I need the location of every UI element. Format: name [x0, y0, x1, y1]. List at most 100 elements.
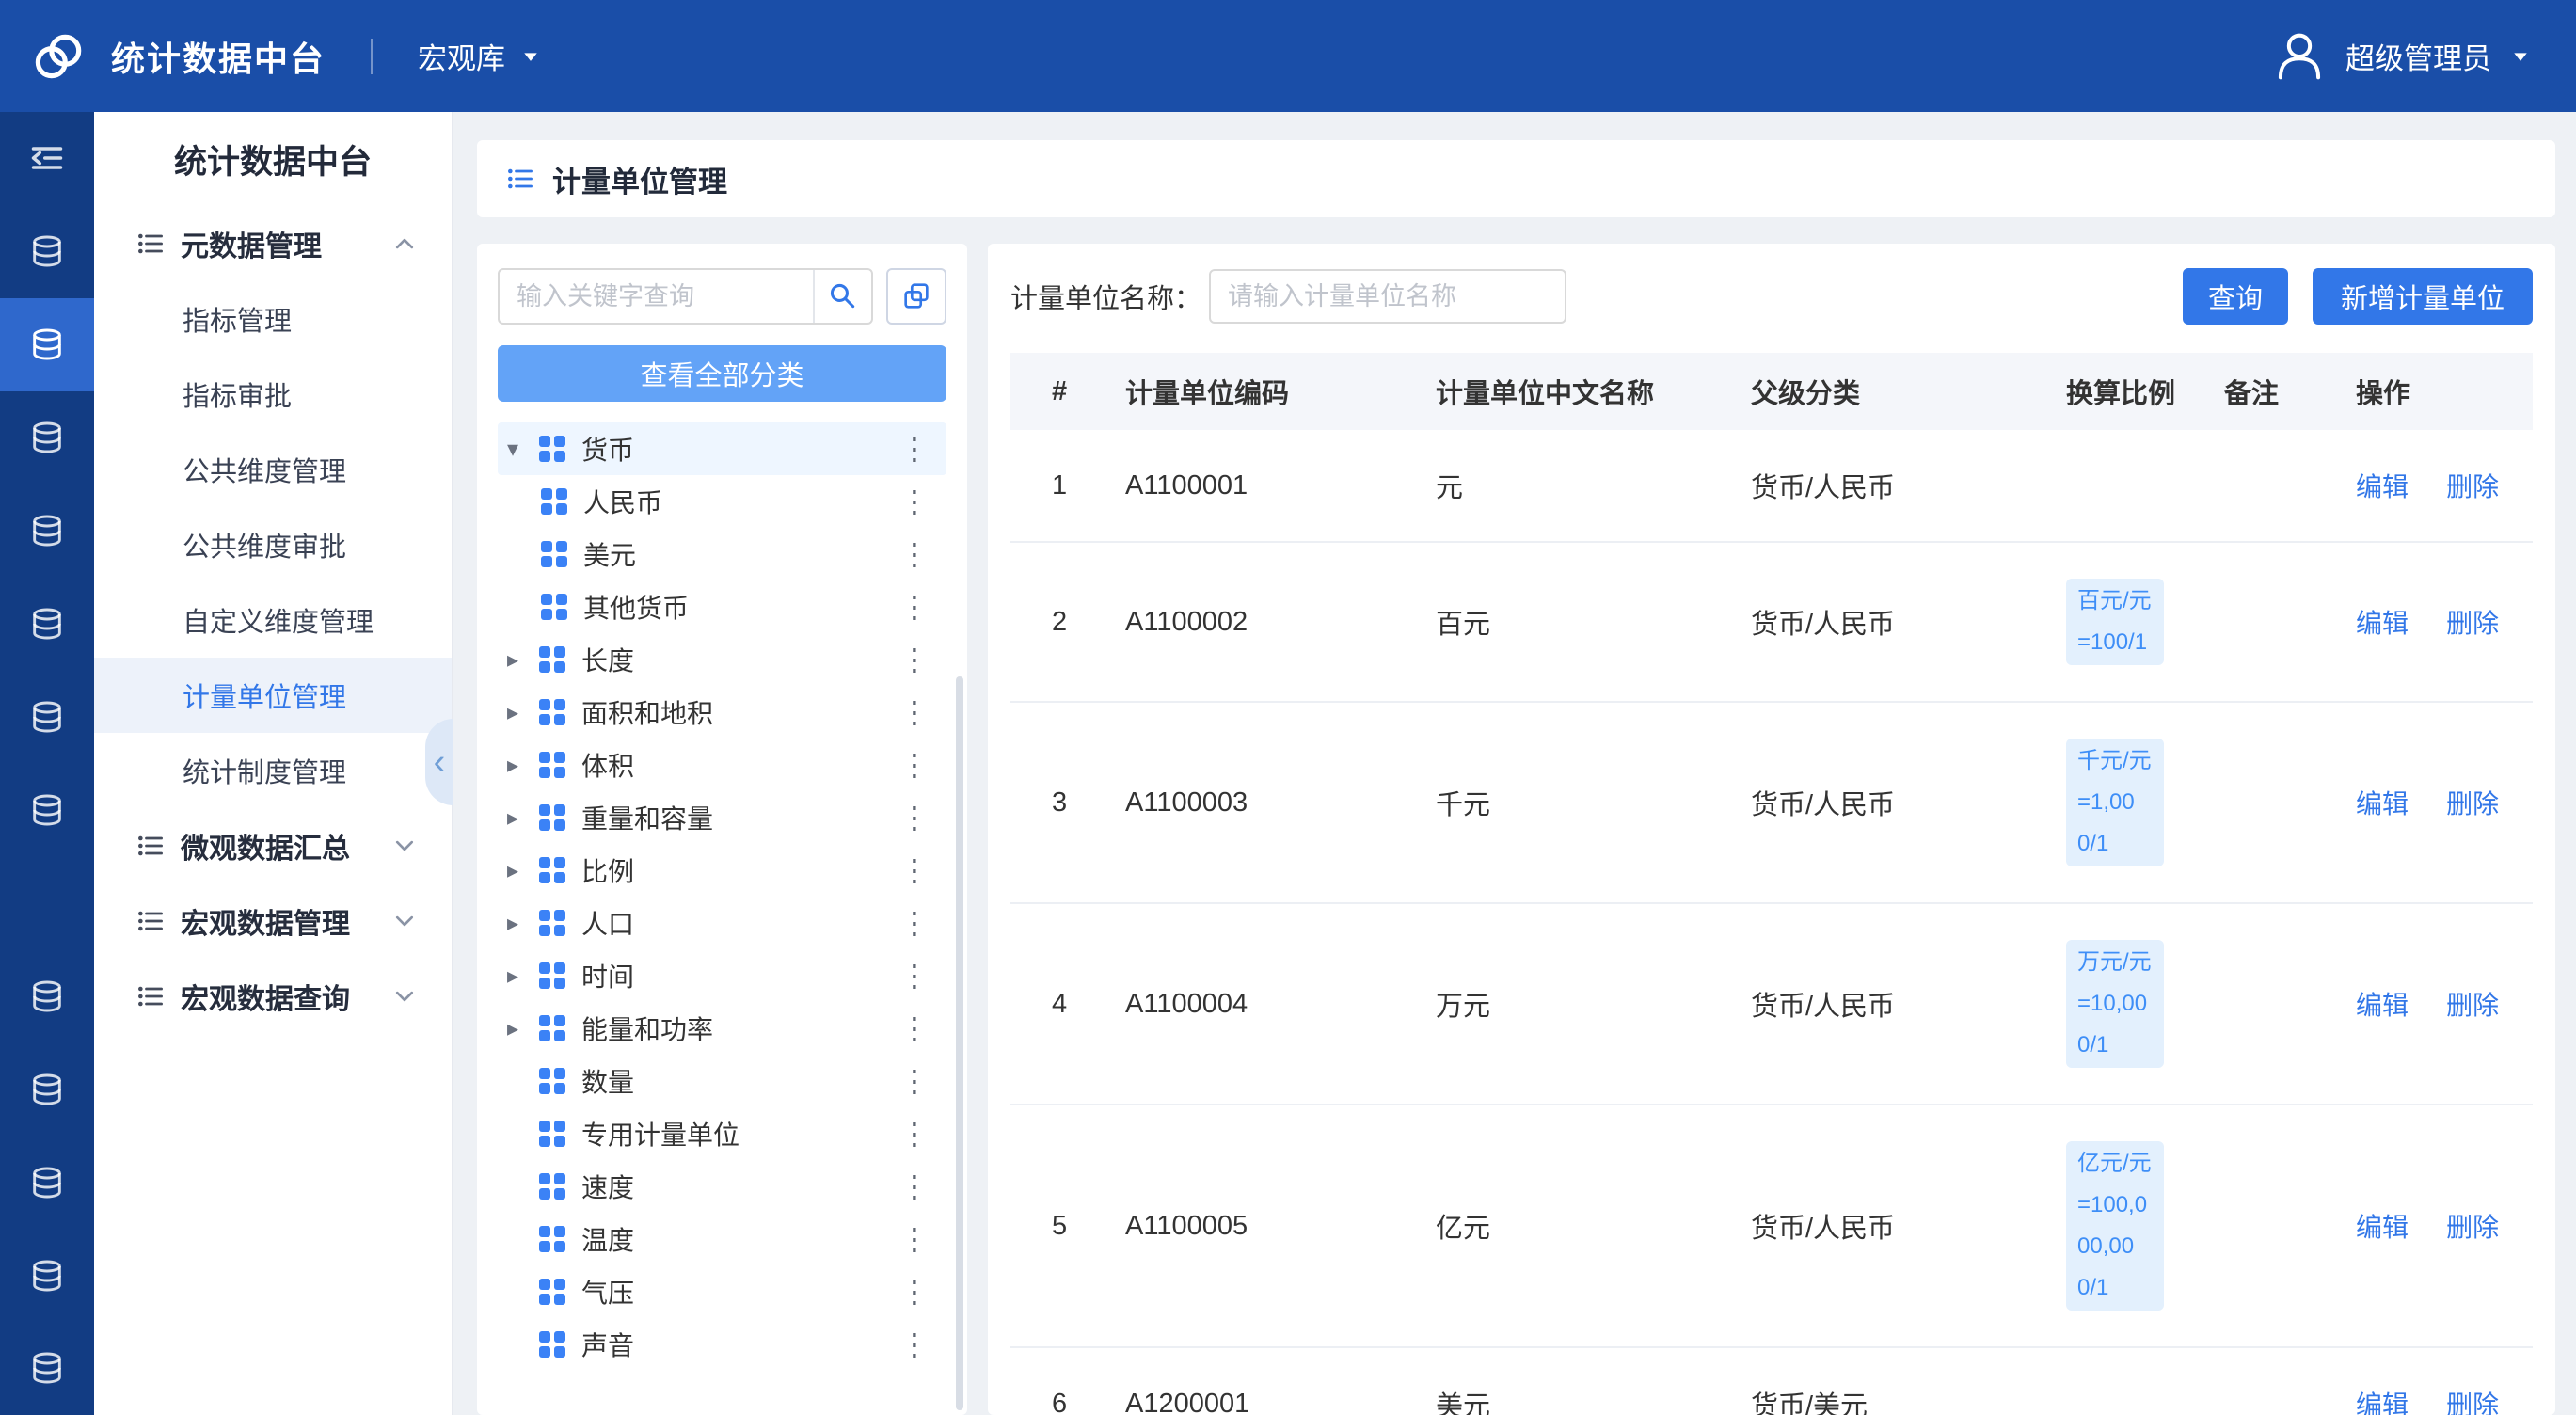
more-actions-icon[interactable]: ⋮ — [894, 750, 935, 780]
sidebar-item-public-dimension-approval[interactable]: 公共维度审批 — [94, 507, 452, 582]
sidebar-group-micro-data[interactable]: 微观数据汇总 — [94, 808, 452, 883]
header-divider — [371, 39, 373, 74]
tree-item-ratio[interactable]: ▸ 比例 ⋮ — [498, 844, 946, 897]
caret-down-icon[interactable]: ▾ — [507, 436, 539, 463]
user-menu[interactable]: 超级管理员 — [2272, 29, 2531, 84]
sidebar-group-macro-data-query[interactable]: 宏观数据查询 — [94, 959, 452, 1034]
sidebar-item-custom-dimension-mgmt[interactable]: 自定义维度管理 — [94, 582, 452, 658]
more-actions-icon[interactable]: ⋮ — [894, 1329, 935, 1359]
cell-ratio — [2042, 1347, 2200, 1415]
duplicate-category-button[interactable] — [886, 268, 946, 325]
sidebar-item-label: 计量单位管理 — [183, 676, 346, 715]
caret-right-icon[interactable]: ▸ — [507, 910, 539, 937]
rail-database-icon-active[interactable] — [0, 298, 94, 391]
more-actions-icon[interactable]: ⋮ — [894, 1013, 935, 1043]
rail-database-icon[interactable] — [0, 1136, 94, 1229]
view-all-categories-button[interactable]: 查看全部分类 — [498, 345, 946, 402]
tree-item-usd[interactable]: 美元 ⋮ — [498, 528, 946, 580]
caret-right-icon[interactable]: ▸ — [507, 804, 539, 832]
units-table: # 计量单位编码 计量单位中文名称 父级分类 换算比例 备注 操作 1 A110 — [1010, 353, 2533, 1415]
delete-link[interactable]: 删除 — [2446, 789, 2499, 819]
more-actions-icon[interactable]: ⋮ — [894, 908, 935, 938]
caret-right-icon[interactable]: ▸ — [507, 699, 539, 726]
tree-item-rmb[interactable]: 人民币 ⋮ — [498, 475, 946, 528]
tree-item-temperature[interactable]: 温度 ⋮ — [498, 1213, 946, 1265]
tree-item-volume[interactable]: ▸ 体积 ⋮ — [498, 739, 946, 791]
rail-database-icon[interactable] — [0, 949, 94, 1042]
edit-link[interactable]: 编辑 — [2356, 472, 2409, 501]
library-selector[interactable]: 宏观库 — [418, 35, 541, 77]
tree-item-length[interactable]: ▸ 长度 ⋮ — [498, 633, 946, 686]
sidebar-collapse-handle[interactable]: ‹ — [425, 719, 453, 805]
tree-item-speed[interactable]: 速度 ⋮ — [498, 1160, 946, 1213]
menu-fold-icon[interactable] — [0, 112, 94, 205]
edit-link[interactable]: 编辑 — [2356, 609, 2409, 638]
caret-right-icon[interactable]: ▸ — [507, 962, 539, 990]
sidebar-item-statistical-system-mgmt[interactable]: 统计制度管理 — [94, 733, 452, 808]
rail-database-icon[interactable] — [0, 205, 94, 298]
tree-scrollbar[interactable] — [956, 676, 963, 1410]
more-actions-icon[interactable]: ⋮ — [894, 1171, 935, 1201]
tree-item-other-currency[interactable]: 其他货币 ⋮ — [498, 580, 946, 633]
more-actions-icon[interactable]: ⋮ — [894, 434, 935, 464]
tree-item-special-units[interactable]: 专用计量单位 ⋮ — [498, 1107, 946, 1160]
more-actions-icon[interactable]: ⋮ — [894, 1277, 935, 1307]
keyword-search-input[interactable] — [500, 270, 813, 323]
caret-right-icon[interactable]: ▸ — [507, 646, 539, 674]
cell-remark — [2200, 1105, 2331, 1347]
query-button[interactable]: 查询 — [2183, 268, 2288, 325]
rail-database-icon[interactable] — [0, 763, 94, 856]
tree-item-weight[interactable]: ▸ 重量和容量 ⋮ — [498, 791, 946, 844]
delete-link[interactable]: 删除 — [2446, 472, 2499, 501]
rail-database-icon[interactable] — [0, 485, 94, 578]
tree-item-currency[interactable]: ▾ 货币 ⋮ — [498, 422, 946, 475]
delete-link[interactable]: 删除 — [2446, 609, 2499, 638]
more-actions-icon[interactable]: ⋮ — [894, 803, 935, 833]
delete-link[interactable]: 删除 — [2446, 1213, 2499, 1242]
sidebar-item-indicator-mgmt[interactable]: 指标管理 — [94, 281, 452, 357]
rail-database-icon[interactable] — [0, 578, 94, 671]
more-actions-icon[interactable]: ⋮ — [894, 697, 935, 727]
tree-item-area[interactable]: ▸ 面积和地积 ⋮ — [498, 686, 946, 739]
add-unit-button[interactable]: 新增计量单位 — [2313, 268, 2533, 325]
rail-database-icon[interactable] — [0, 671, 94, 764]
caret-right-icon[interactable]: ▸ — [507, 752, 539, 779]
category-grid-icon — [541, 594, 568, 621]
tree-item-pressure[interactable]: 气压 ⋮ — [498, 1265, 946, 1318]
sidebar-group-macro-data-mgmt[interactable]: 宏观数据管理 — [94, 883, 452, 959]
more-actions-icon[interactable]: ⋮ — [894, 486, 935, 517]
delete-link[interactable]: 删除 — [2446, 1391, 2499, 1415]
more-actions-icon[interactable]: ⋮ — [894, 1066, 935, 1096]
more-actions-icon[interactable]: ⋮ — [894, 592, 935, 622]
delete-link[interactable]: 删除 — [2446, 991, 2499, 1020]
sidebar-item-unit-mgmt[interactable]: 计量单位管理 — [94, 658, 452, 733]
column-header-actions: 操作 — [2331, 353, 2533, 430]
more-actions-icon[interactable]: ⋮ — [894, 961, 935, 991]
sidebar-item-public-dimension-mgmt[interactable]: 公共维度管理 — [94, 432, 452, 507]
unit-name-filter-input[interactable] — [1209, 269, 1566, 324]
edit-link[interactable]: 编辑 — [2356, 991, 2409, 1020]
caret-right-icon[interactable]: ▸ — [507, 857, 539, 884]
more-actions-icon[interactable]: ⋮ — [894, 1119, 935, 1149]
search-icon[interactable] — [813, 270, 871, 323]
rail-database-icon[interactable] — [0, 391, 94, 485]
edit-link[interactable]: 编辑 — [2356, 789, 2409, 819]
tree-item-time[interactable]: ▸ 时间 ⋮ — [498, 949, 946, 1002]
edit-link[interactable]: 编辑 — [2356, 1391, 2409, 1415]
rail-database-icon[interactable] — [0, 1042, 94, 1136]
tree-item-population[interactable]: ▸ 人口 ⋮ — [498, 897, 946, 949]
rail-database-icon[interactable] — [0, 1322, 94, 1415]
tree-item-sound[interactable]: 声音 ⋮ — [498, 1318, 946, 1371]
tree-item-quantity[interactable]: 数量 ⋮ — [498, 1055, 946, 1107]
sidebar-item-indicator-approval[interactable]: 指标审批 — [94, 357, 452, 432]
rail-database-icon[interactable] — [0, 1229, 94, 1322]
more-actions-icon[interactable]: ⋮ — [894, 855, 935, 885]
category-grid-icon — [539, 1015, 566, 1042]
more-actions-icon[interactable]: ⋮ — [894, 644, 935, 675]
more-actions-icon[interactable]: ⋮ — [894, 1224, 935, 1254]
edit-link[interactable]: 编辑 — [2356, 1213, 2409, 1242]
sidebar-group-metadata[interactable]: 元数据管理 — [94, 206, 452, 281]
caret-right-icon[interactable]: ▸ — [507, 1015, 539, 1042]
tree-item-energy-power[interactable]: ▸ 能量和功率 ⋮ — [498, 1002, 946, 1055]
more-actions-icon[interactable]: ⋮ — [894, 539, 935, 569]
